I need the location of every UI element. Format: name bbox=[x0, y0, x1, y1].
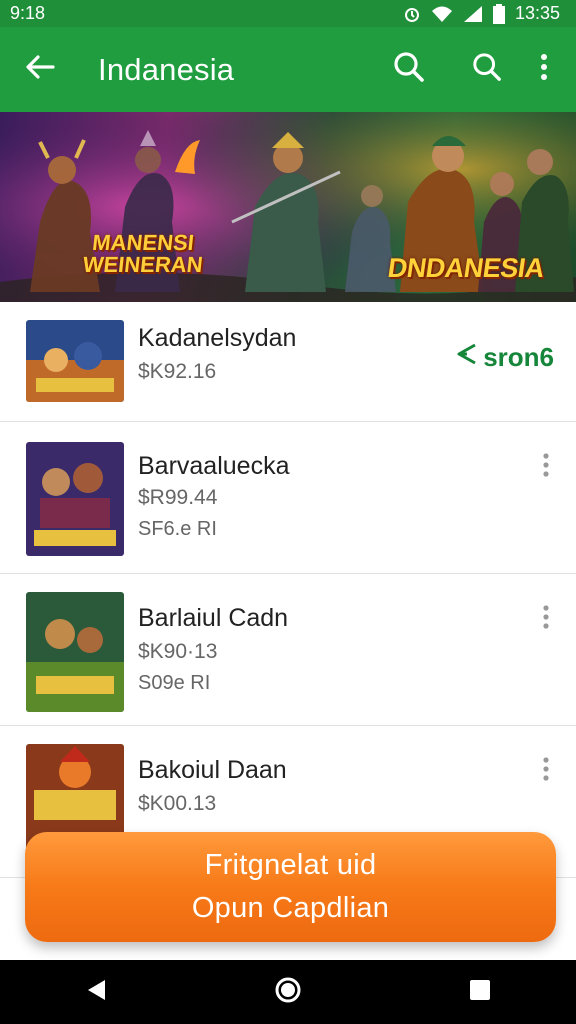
more-vert-icon bbox=[543, 756, 549, 786]
item-subtitle: SF6.e RI bbox=[138, 518, 217, 540]
nav-home-button[interactable] bbox=[258, 962, 318, 1022]
battery-icon bbox=[492, 3, 505, 24]
more-vert-icon bbox=[543, 452, 549, 482]
more-vert-icon bbox=[543, 604, 549, 634]
recents-square-icon bbox=[469, 979, 491, 1006]
game-thumbnail bbox=[26, 592, 124, 712]
item-price: $K00.13 bbox=[138, 792, 217, 815]
list-item[interactable]: Barlaiul Cadn $K90·13 S09e RI bbox=[0, 574, 576, 726]
status-icons: 13:35 bbox=[403, 3, 560, 24]
banner-logo-right: DNDANESIA bbox=[385, 253, 547, 283]
item-price: $K92.16 bbox=[138, 360, 217, 383]
search-button[interactable] bbox=[370, 27, 448, 112]
back-triangle-icon bbox=[85, 978, 107, 1007]
system-nav-bar bbox=[0, 960, 576, 1024]
search-icon bbox=[472, 52, 502, 87]
item-title: Barlaiul Cadn bbox=[138, 604, 289, 632]
more-vert-icon bbox=[540, 53, 548, 86]
banner-logo-left-line2: WEINERAN bbox=[81, 252, 204, 277]
overflow-menu-button[interactable] bbox=[526, 27, 562, 112]
item-more-button[interactable] bbox=[534, 452, 558, 482]
wifi-icon bbox=[431, 5, 453, 23]
share-icon bbox=[455, 342, 477, 373]
search-button-secondary[interactable] bbox=[448, 27, 526, 112]
status-time: 9:18 bbox=[10, 3, 46, 23]
item-price: $K90·13 bbox=[138, 640, 218, 663]
status-clock: 13:35 bbox=[514, 3, 560, 23]
search-icon bbox=[393, 51, 425, 88]
game-thumbnail bbox=[26, 442, 124, 556]
banner-logo-left-line1: MANENSI bbox=[91, 230, 196, 255]
home-circle-icon bbox=[274, 976, 302, 1009]
nav-recents-button[interactable] bbox=[450, 962, 510, 1022]
list-item[interactable]: Kadanelsydan $K92.16 sron6 bbox=[0, 302, 576, 422]
back-button[interactable] bbox=[0, 27, 80, 112]
signal-icon bbox=[463, 5, 483, 23]
game-list: Kadanelsydan $K92.16 sron6 Barvaaluecka … bbox=[0, 302, 576, 878]
list-item[interactable]: Barvaaluecka $R99.44 SF6.e RI bbox=[0, 422, 576, 574]
page-title: Indanesia bbox=[98, 51, 235, 87]
back-arrow-icon bbox=[25, 54, 55, 85]
cta-line2: Opun Capdlian bbox=[191, 892, 390, 924]
cta-line1: Fritgnelat uid bbox=[204, 849, 377, 881]
banner-logo-left: MANENSI WEINERAN bbox=[81, 230, 204, 277]
status-bar: 9:18 13:35 bbox=[0, 0, 576, 27]
primary-cta-button[interactable]: Fritgnelat uid Opun Capdlian bbox=[25, 832, 556, 942]
item-title: Barvaaluecka bbox=[138, 452, 290, 480]
game-thumbnail bbox=[26, 320, 124, 402]
app-bar: Indanesia bbox=[0, 27, 576, 112]
hero-banner[interactable]: MANENSI WEINERAN DNDANESIA bbox=[0, 112, 576, 302]
item-more-button[interactable] bbox=[534, 756, 558, 786]
share-action-button[interactable]: sron6 bbox=[455, 342, 554, 373]
item-subtitle: S09e RI bbox=[138, 672, 211, 694]
alarm-icon bbox=[403, 5, 421, 23]
item-title: Bakoiul Daan bbox=[138, 756, 287, 784]
item-price: $R99.44 bbox=[138, 486, 218, 509]
app-bar-actions bbox=[370, 27, 576, 112]
item-more-button[interactable] bbox=[534, 604, 558, 634]
item-title: Kadanelsydan bbox=[138, 324, 297, 352]
share-action-label: sron6 bbox=[483, 342, 554, 372]
nav-back-button[interactable] bbox=[66, 962, 126, 1022]
